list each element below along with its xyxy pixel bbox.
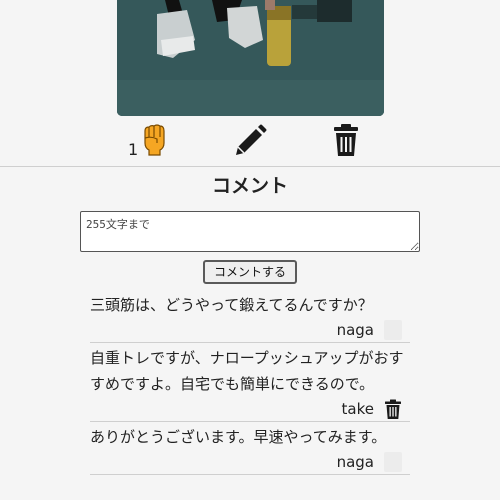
like-count: 1 — [128, 140, 139, 159]
trash-icon[interactable] — [333, 123, 359, 161]
comment-author: naga — [336, 453, 374, 471]
comment-text: 自重トレですが、ナロープッシュアップがおすすめですよ。自宅でも簡単にできるので。 — [90, 349, 404, 393]
comment-text: 三頭筋は、どうやって鍛えてるんですか？ — [90, 296, 373, 314]
comments-heading: コメント — [211, 175, 288, 197]
comment-delete-placeholder — [384, 320, 402, 340]
comment-text: ありがとうございます。早速やってみます。 — [90, 428, 387, 446]
comment-item: ありがとうございます。早速やってみます。 naga — [90, 422, 410, 475]
comment-item: 自重トレですが、ナロープッシュアップがおすすめですよ。自宅でも簡単にできるので。… — [90, 343, 410, 422]
submit-comment-button[interactable]: コメントする — [203, 260, 297, 284]
comment-item: 三頭筋は、どうやって鍛えてるんですか？ naga — [90, 290, 410, 343]
comment-author: take — [341, 400, 374, 418]
post-image — [117, 0, 384, 116]
pencil-icon[interactable] — [233, 124, 267, 162]
comment-delete-placeholder — [384, 452, 402, 472]
comment-author: naga — [336, 321, 374, 339]
raised-fist-icon[interactable] — [141, 123, 167, 161]
comment-input[interactable] — [80, 211, 420, 252]
comment-list: 三頭筋は、どうやって鍛えてるんですか？ naga 自重トレですが、ナロープッシュ… — [90, 290, 410, 475]
comment-trash-icon[interactable] — [384, 399, 402, 419]
section-divider — [0, 166, 500, 167]
